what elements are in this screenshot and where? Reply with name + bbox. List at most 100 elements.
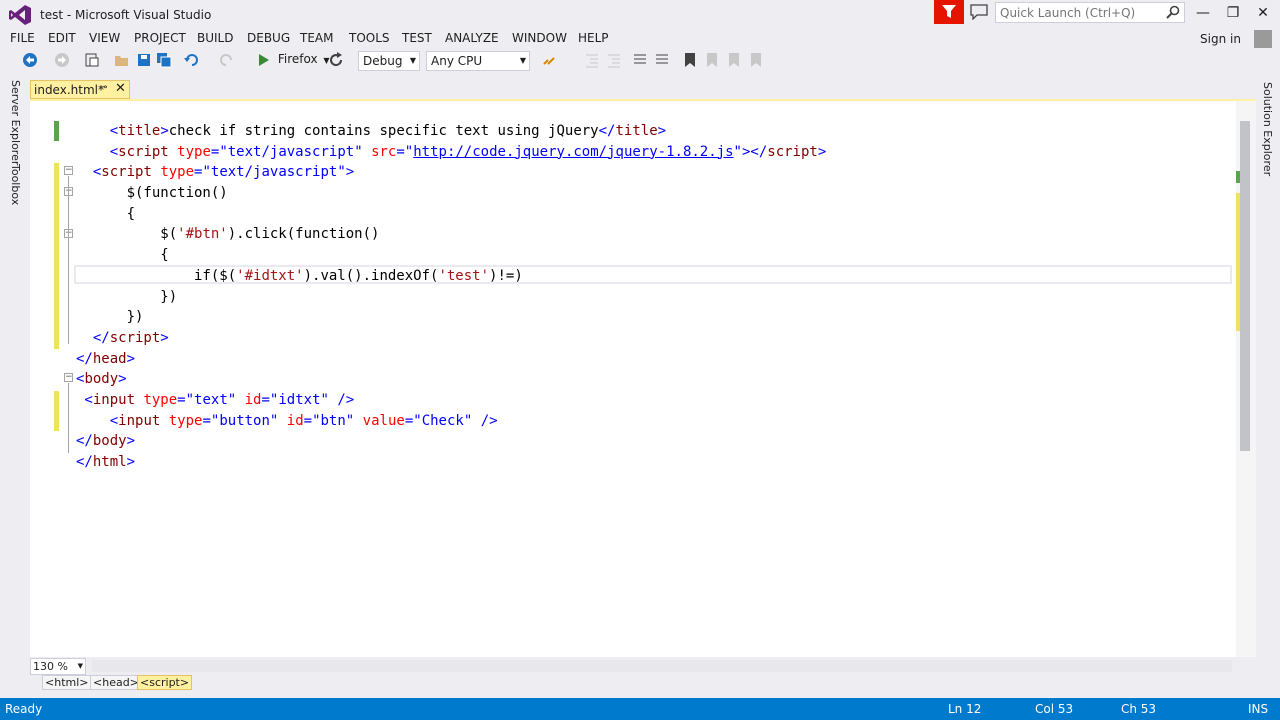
- breadcrumb-item-script[interactable]: <script>: [137, 675, 193, 690]
- code-line[interactable]: <title>check if string contains specific…: [76, 121, 826, 142]
- code-line[interactable]: $(function(): [76, 183, 826, 204]
- code-token: $(: [76, 226, 178, 243]
- server-explorer-tab[interactable]: Server Explorer: [9, 80, 22, 165]
- menu-debug[interactable]: DEBUG: [247, 31, 290, 45]
- code-token: </: [76, 350, 93, 367]
- navigate-forward-icon[interactable]: [54, 52, 70, 68]
- code-token: $(function(): [76, 185, 228, 202]
- code-line[interactable]: </head>: [76, 349, 826, 370]
- pin-icon[interactable]: ⊸: [99, 82, 107, 93]
- code-line[interactable]: </script>: [76, 328, 826, 349]
- code-line[interactable]: <input type="button" id="btn" value="Che…: [76, 411, 826, 432]
- zoom-level-select[interactable]: 130 % ▼: [30, 658, 86, 675]
- document-tab-index-html[interactable]: index.html* ⊸ ✕: [30, 80, 130, 99]
- code-token: ></: [741, 143, 768, 160]
- platform-select[interactable]: Any CPU ▼: [426, 51, 530, 71]
- navigate-back-icon[interactable]: [22, 52, 38, 68]
- collapse-toggle[interactable]: −: [64, 373, 73, 382]
- breadcrumb-item-head[interactable]: <head>: [90, 675, 142, 690]
- undo-icon[interactable]: [184, 52, 200, 68]
- menu-project[interactable]: PROJECT: [134, 31, 186, 45]
- menu-test[interactable]: TEST: [402, 31, 432, 45]
- menu-window[interactable]: WINDOW: [512, 31, 567, 45]
- quick-launch-input[interactable]: [996, 3, 1156, 22]
- chat-icon[interactable]: [970, 4, 988, 20]
- open-file-icon[interactable]: [114, 52, 130, 68]
- code-token: title: [615, 123, 658, 139]
- search-icon[interactable]: [1166, 5, 1180, 19]
- code-line[interactable]: <body>: [76, 369, 826, 390]
- configuration-select[interactable]: Debug ▼: [358, 51, 420, 71]
- play-icon: [259, 53, 269, 66]
- code-line[interactable]: <script type="text/javascript">: [76, 162, 826, 183]
- redo-icon[interactable]: [218, 52, 234, 68]
- code-line[interactable]: <input type="text" id="idtxt" />: [76, 390, 826, 411]
- code-token: type: [143, 391, 178, 408]
- code-token: if($(: [76, 267, 237, 284]
- feedback-button[interactable]: [934, 0, 964, 24]
- code-text[interactable]: <title>check if string contains specific…: [76, 121, 826, 473]
- toolbox-tab[interactable]: Toolbox: [9, 164, 22, 205]
- menu-analyze[interactable]: ANALYZE: [445, 31, 499, 45]
- code-token: >: [126, 454, 136, 470]
- code-token: "text/javascript": [219, 143, 363, 160]
- code-line[interactable]: }): [76, 307, 826, 328]
- menu-build[interactable]: BUILD: [197, 31, 233, 45]
- code-line[interactable]: </body>: [76, 431, 826, 452]
- quick-launch-box[interactable]: [995, 2, 1185, 23]
- code-line[interactable]: {: [76, 204, 826, 225]
- new-project-icon[interactable]: [84, 52, 100, 68]
- comment-icon[interactable]: [632, 52, 648, 68]
- sign-in-link[interactable]: Sign in: [1200, 32, 1241, 46]
- code-token: http://code.jquery.com/jquery-1.8.2.js: [413, 143, 734, 160]
- clear-bookmarks-icon: [751, 53, 761, 67]
- browser-link-icon[interactable]: [542, 52, 558, 68]
- code-token: {: [76, 205, 136, 222]
- uncomment-icon[interactable]: [654, 52, 670, 68]
- code-line[interactable]: {: [76, 245, 826, 266]
- code-line[interactable]: }): [76, 287, 826, 308]
- code-token: =: [177, 391, 186, 408]
- menu-tools[interactable]: TOOLS: [349, 31, 390, 45]
- close-window-button[interactable]: ✕: [1248, 0, 1278, 26]
- bookmark-icon[interactable]: [682, 52, 698, 68]
- code-token: =: [303, 412, 313, 429]
- code-token: =: [404, 412, 414, 429]
- code-token: ).val().indexOf(: [303, 267, 439, 284]
- restore-button[interactable]: ❐: [1218, 0, 1248, 26]
- right-tool-strip: Solution Explorer: [1256, 78, 1280, 688]
- menu-file[interactable]: FILE: [10, 31, 35, 45]
- menu-edit[interactable]: EDIT: [48, 31, 76, 45]
- code-token: 'test': [438, 267, 490, 284]
- code-token: >: [118, 371, 127, 388]
- collapse-toggle[interactable]: −: [64, 166, 73, 175]
- start-debugging-button[interactable]: Firefox ▼: [258, 52, 330, 70]
- scrollbar-thumb[interactable]: [1240, 121, 1250, 451]
- code-editor[interactable]: − − − − <title>check if string contains …: [30, 101, 1256, 657]
- breadcrumb-item-html[interactable]: <html>: [42, 675, 92, 690]
- code-line[interactable]: $('#btn').click(function(): [76, 224, 826, 245]
- horizontal-scrollbar[interactable]: [92, 660, 1232, 672]
- refresh-icon[interactable]: [328, 52, 344, 68]
- code-line[interactable]: <script type="text/javascript" src="http…: [76, 142, 827, 163]
- close-tab-icon[interactable]: ✕: [115, 81, 126, 96]
- menu-view[interactable]: VIEW: [89, 31, 120, 45]
- user-avatar-icon[interactable]: [1254, 30, 1272, 48]
- minimize-button[interactable]: —: [1188, 0, 1218, 26]
- code-line[interactable]: </html>: [76, 452, 826, 473]
- solution-explorer-tab[interactable]: Solution Explorer: [1261, 82, 1274, 176]
- code-line[interactable]: if($('#idtxt').val().indexOf('test')!=): [76, 266, 826, 287]
- save-icon[interactable]: [136, 52, 152, 68]
- vertical-scrollbar[interactable]: [1236, 101, 1256, 657]
- menu-team[interactable]: TEAM: [300, 31, 333, 45]
- save-all-icon[interactable]: [156, 52, 172, 68]
- code-token: "button": [210, 412, 279, 429]
- code-token: </: [76, 329, 110, 346]
- standard-toolbar: Firefox ▼ Debug ▼ Any CPU ▼: [0, 50, 1280, 72]
- code-token: script: [109, 329, 161, 346]
- menu-help[interactable]: HELP: [578, 31, 609, 45]
- run-target-label: Firefox: [277, 52, 318, 66]
- breadcrumb: <html> <head> <script>: [30, 675, 1256, 691]
- code-token: "text": [185, 391, 237, 408]
- indent-icon: [608, 54, 620, 68]
